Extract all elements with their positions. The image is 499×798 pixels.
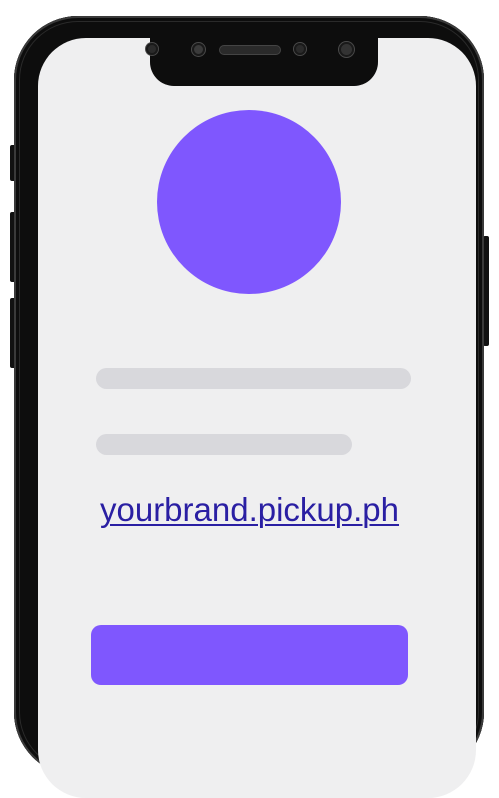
camera-lens-icon <box>339 42 354 57</box>
ambient-sensor-icon <box>294 43 306 55</box>
earpiece-speaker-icon <box>220 46 280 54</box>
placeholder-text-line-short <box>96 434 352 455</box>
front-camera-icon <box>192 43 205 56</box>
brand-url-link[interactable]: yourbrand.pickup.ph <box>0 488 499 532</box>
profile-avatar <box>157 110 341 294</box>
phone-notch <box>150 32 378 86</box>
placeholder-text-line <box>96 368 411 389</box>
primary-action-button[interactable] <box>91 625 408 685</box>
proximity-sensor-icon <box>146 43 158 55</box>
